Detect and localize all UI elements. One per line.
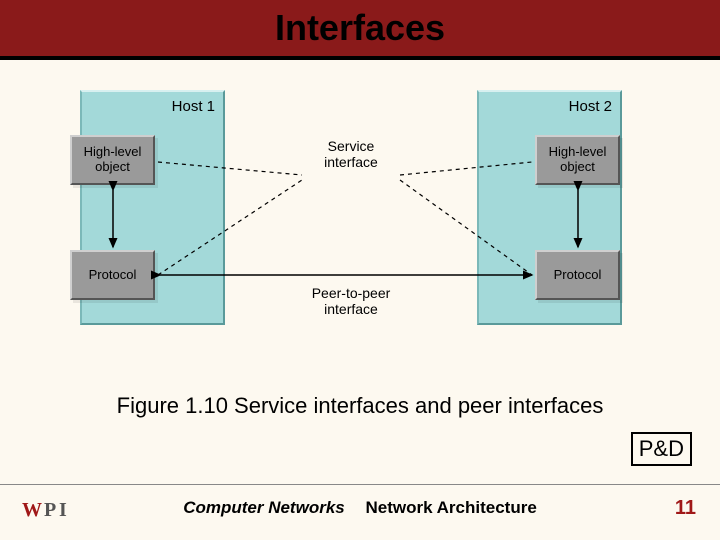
service-interface-label: Service interface — [291, 138, 411, 170]
high-level-object-2: High-level object — [535, 135, 620, 185]
footer: W P I Computer Networks Network Architec… — [0, 488, 720, 540]
peer-interface-label: Peer-to-peer interface — [291, 285, 411, 317]
diagram: Host 1 Host 2 High-level object Protocol… — [80, 90, 640, 360]
protocol-1-label: Protocol — [89, 268, 137, 283]
host-1-label: Host 1 — [172, 98, 215, 115]
protocol-2-label: Protocol — [554, 268, 602, 283]
title-bar: Interfaces — [0, 0, 720, 60]
high-level-object-1-label: High-level object — [84, 145, 142, 175]
protocol-1: Protocol — [70, 250, 155, 300]
footer-left-text: Computer Networks — [183, 498, 345, 517]
protocol-2: Protocol — [535, 250, 620, 300]
page-title: Interfaces — [275, 7, 445, 49]
footer-divider — [0, 484, 720, 485]
footer-text: Computer Networks Network Architecture — [0, 498, 720, 518]
source-reference-box: P&D — [631, 432, 692, 466]
figure-caption: Figure 1.10 Service interfaces and peer … — [0, 393, 720, 419]
high-level-object-2-label: High-level object — [549, 145, 607, 175]
host-2-label: Host 2 — [569, 98, 612, 115]
page-number: 11 — [675, 497, 696, 520]
footer-right-text: Network Architecture — [365, 498, 536, 517]
high-level-object-1: High-level object — [70, 135, 155, 185]
